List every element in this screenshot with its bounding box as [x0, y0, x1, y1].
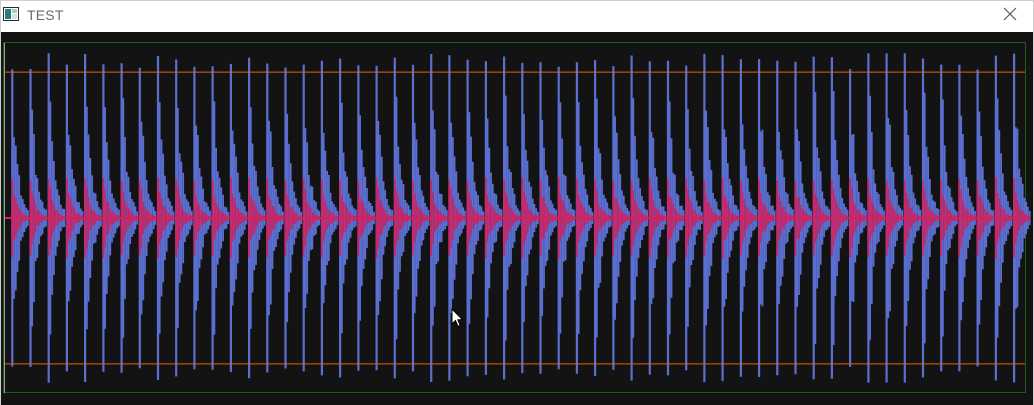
waveform-plot [3, 42, 1031, 393]
close-button[interactable] [987, 1, 1033, 32]
app-window-icon [3, 7, 19, 21]
title-bar[interactable]: TEST [1, 1, 1033, 32]
window-title: TEST [27, 7, 64, 23]
close-icon [1003, 7, 1017, 26]
plot-area[interactable] [1, 32, 1033, 405]
mouse-cursor-icon [451, 308, 465, 328]
app-window: TEST [0, 0, 1034, 405]
